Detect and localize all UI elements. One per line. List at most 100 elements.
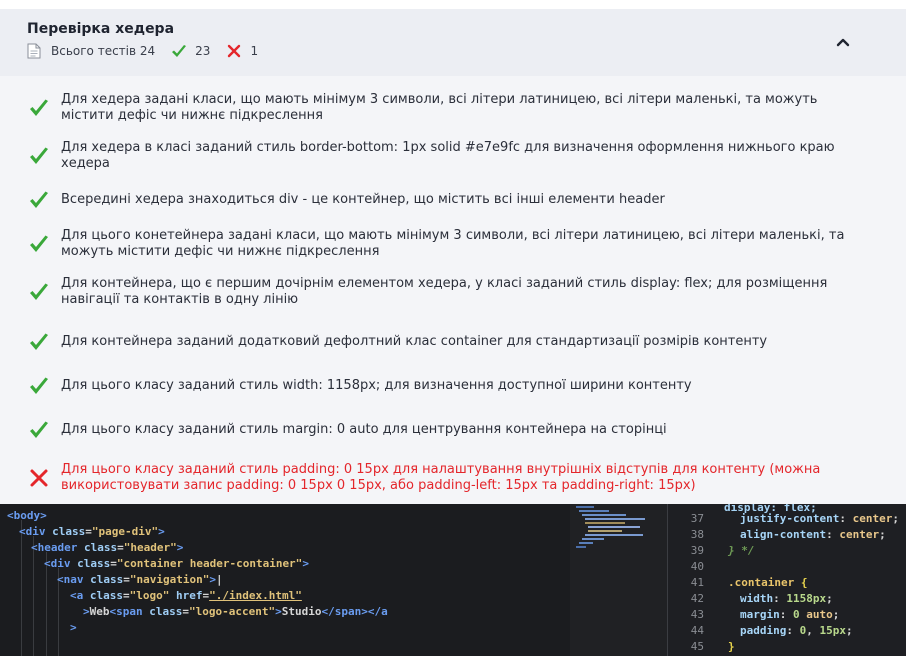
section-title: Перевірка хедера: [27, 21, 175, 37]
code-line: margin: 0 auto;: [740, 607, 839, 623]
test-text: Для цього класу заданий стиль margin: 0 …: [61, 422, 667, 437]
code-token: class: [89, 589, 123, 602]
code-line: .container {: [728, 575, 807, 591]
code-token: href: [176, 589, 203, 602]
code-token: }: [728, 640, 735, 653]
test-item: Для цього конетейнера задані класи, що м…: [0, 224, 906, 264]
code-token: <header: [31, 541, 78, 554]
code-token: <span: [109, 605, 143, 618]
code-token: :: [786, 624, 800, 637]
code-token: >: [83, 605, 90, 618]
code-line: >: [70, 620, 77, 636]
code-token: ,: [806, 624, 820, 637]
check-icon: [30, 99, 48, 116]
code-token: margin: [740, 608, 780, 621]
code-token: :: [779, 608, 793, 621]
code-token: ;: [892, 512, 899, 525]
line-number: 43: [690, 608, 704, 621]
code-token: "navigation": [129, 573, 210, 586]
code-token: auto: [799, 608, 833, 621]
code-token: :: [839, 512, 853, 525]
test-item: Для цього класу заданий стиль width: 115…: [0, 370, 906, 402]
test-text: Для контейнера, що є першим дочірнім еле…: [61, 276, 828, 307]
line-number: 41: [690, 576, 704, 589]
test-item: Для контейнера заданий додатковий дефолт…: [0, 326, 906, 358]
code-token: {: [794, 576, 808, 589]
code-line: }: [728, 639, 735, 655]
code-token: <nav: [57, 573, 84, 586]
code-token: ;: [832, 608, 840, 621]
code-token: :: [826, 528, 840, 541]
code-token: width: [740, 592, 774, 605]
html-editor[interactable]: <body> <div class="page-div"> <header cl…: [0, 504, 570, 656]
test-item: Для хедера в класі заданий стиль border-…: [0, 136, 906, 176]
test-item: Для цього класу заданий стиль margin: 0 …: [0, 414, 906, 446]
code-minimap[interactable]: [570, 504, 667, 656]
section-header[interactable]: Перевірка хедера Всього тестів 24 23 1: [0, 9, 906, 76]
passed-count: 23: [195, 44, 211, 58]
total-tests-label: Всього тестів 24: [51, 44, 156, 58]
line-number: 40: [690, 560, 704, 573]
code-token: =: [110, 557, 117, 570]
test-stats: Всього тестів 24 23 1: [27, 43, 274, 59]
test-item: Всередині хедера знаходиться div - це ко…: [0, 184, 906, 216]
code-token: >: [158, 525, 165, 538]
minimap-preview: [576, 506, 645, 548]
code-token: Web: [89, 605, 110, 618]
test-text: Для цього конетейнера задані класи, що м…: [61, 228, 845, 259]
code-line: <body>: [7, 508, 47, 524]
code-line: <a class="logo" href="./index.html": [70, 588, 302, 604]
code-token: 1158px: [786, 592, 827, 605]
line-number: 38: [690, 528, 704, 541]
code-token: 15px: [819, 624, 846, 637]
code-line: >Web<span class="logo-accent">Studio</sp…: [83, 604, 388, 620]
code-token: <div: [19, 525, 46, 538]
code-token: <div: [44, 557, 71, 570]
code-line: <header class="header">: [31, 540, 183, 556]
indent-guide: [21, 520, 22, 656]
check-icon: [30, 333, 48, 350]
line-number: 39: [690, 544, 704, 557]
test-item: Для цього класу заданий стиль padding: 0…: [0, 458, 906, 498]
code-token: >: [70, 621, 77, 634]
code-token: >: [275, 605, 282, 618]
code-token: class: [149, 605, 183, 618]
check-icon: [30, 283, 48, 300]
code-token: "logo": [129, 589, 170, 602]
top-strip: [0, 0, 906, 9]
code-token: >: [209, 573, 216, 586]
code-token: </span></a: [321, 605, 388, 618]
code-token: =: [123, 589, 130, 602]
code-token: :: [773, 592, 787, 605]
code-line: justify-content: center;: [740, 511, 899, 527]
code-token: "header": [123, 541, 177, 554]
code-token: "./index.html": [209, 589, 302, 602]
code-token: class: [90, 573, 124, 586]
test-text: Для хедера задані класи, що мають мініму…: [61, 92, 818, 123]
cross-icon: [228, 44, 241, 58]
test-item: Для контейнера, що є першим дочірнім еле…: [0, 272, 906, 312]
check-icon: [172, 45, 187, 57]
line-number: 45: [690, 640, 704, 653]
code-comment: } */: [728, 544, 755, 557]
chevron-up-icon[interactable]: [836, 37, 850, 47]
code-token: =: [85, 525, 92, 538]
text-cursor: |: [215, 573, 223, 586]
code-line: padding: 0, 15px;: [740, 623, 853, 639]
code-token: class: [77, 557, 111, 570]
code-token: center: [852, 512, 893, 525]
code-token: justify-content: [740, 512, 840, 525]
code-token: ;: [879, 528, 886, 541]
code-token: =: [117, 541, 124, 554]
code-token: Studio: [281, 605, 322, 618]
code-token: =: [123, 573, 130, 586]
test-text: Для хедера в класі заданий стиль border-…: [61, 140, 835, 171]
failed-count: 1: [250, 44, 259, 58]
code-line: width: 1158px;: [740, 591, 833, 607]
code-token: "container header-container": [116, 557, 303, 570]
check-icon: [30, 147, 48, 164]
code-token: ;: [845, 624, 853, 637]
code-line: <div class="container header-container">: [44, 556, 309, 572]
code-token: padding: [740, 624, 787, 637]
code-token: =: [182, 605, 189, 618]
